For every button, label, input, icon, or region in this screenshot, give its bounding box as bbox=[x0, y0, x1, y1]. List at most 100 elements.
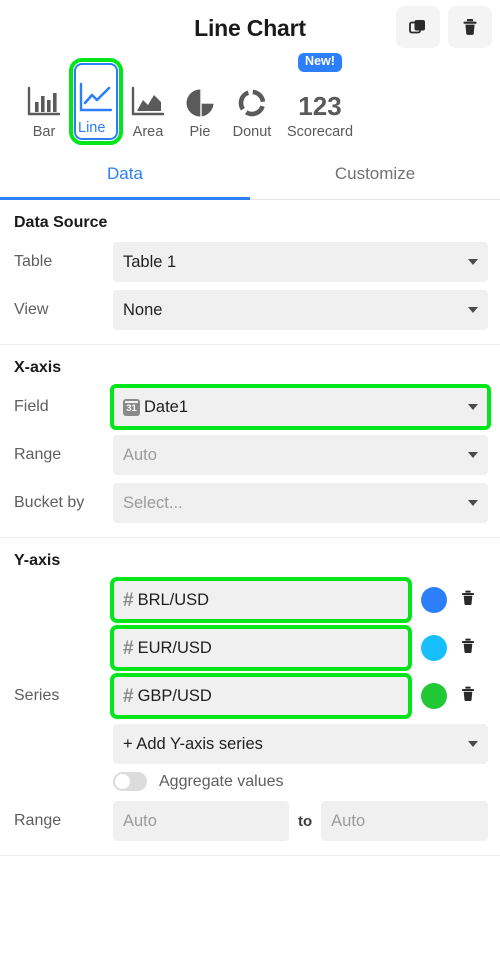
chevron-down-icon bbox=[468, 259, 478, 265]
number-icon: # bbox=[123, 589, 134, 611]
section-y-axis: Y-axis # BRL/USD # EUR/USD Series # GBP/… bbox=[0, 538, 500, 856]
new-badge: New! bbox=[298, 53, 342, 72]
series-label: Series bbox=[14, 687, 60, 704]
duplicate-icon bbox=[409, 18, 427, 36]
delete-chart-button[interactable] bbox=[448, 6, 492, 48]
series-value: EUR/USD bbox=[137, 638, 212, 657]
trash-icon bbox=[461, 590, 475, 611]
scorecard-glyph-text: 123 bbox=[298, 91, 342, 121]
table-value: Table 1 bbox=[123, 252, 177, 271]
row-y-range: Range Auto to Auto bbox=[0, 801, 494, 841]
add-y-axis-series-button[interactable]: + Add Y-axis series bbox=[113, 724, 488, 764]
chart-type-label: Donut bbox=[232, 124, 272, 140]
view-value: None bbox=[123, 300, 163, 319]
series-row: # BRL/USD bbox=[0, 577, 494, 623]
table-select[interactable]: Table 1 bbox=[113, 242, 488, 282]
series-select-1[interactable]: # BRL/USD bbox=[110, 577, 412, 623]
chart-type-label: Line bbox=[78, 120, 106, 136]
page-title: Line Chart bbox=[194, 14, 306, 41]
section-title: Data Source bbox=[14, 214, 108, 231]
tab-customize[interactable]: Customize bbox=[250, 148, 500, 199]
y-range-from-value: Auto bbox=[123, 811, 157, 830]
series-value: BRL/USD bbox=[137, 590, 210, 609]
y-range-to-label: to bbox=[298, 812, 313, 830]
chart-type-label: Scorecard bbox=[286, 124, 354, 140]
calendar-icon: 31 bbox=[123, 398, 140, 416]
chevron-down-icon bbox=[468, 307, 478, 313]
chart-type-area[interactable]: Area bbox=[122, 73, 174, 142]
x-field-select[interactable]: 31 Date1 bbox=[110, 384, 491, 430]
y-range-from-input[interactable]: Auto bbox=[113, 801, 289, 841]
series-value: GBP/USD bbox=[137, 686, 212, 705]
series-color-swatch-2[interactable] bbox=[421, 635, 447, 661]
chevron-down-icon bbox=[468, 404, 478, 410]
series-delete-button-2[interactable] bbox=[461, 638, 475, 659]
y-range-label: Range bbox=[14, 812, 62, 829]
x-range-value: Auto bbox=[123, 445, 157, 464]
series-select-3[interactable]: # GBP/USD bbox=[110, 673, 412, 719]
chart-type-line-selected-outline: Line bbox=[69, 58, 123, 145]
duplicate-button[interactable] bbox=[396, 6, 440, 48]
series-delete-button-3[interactable] bbox=[461, 686, 475, 707]
chart-type-donut[interactable]: Donut bbox=[226, 73, 278, 142]
series-row: # EUR/USD bbox=[0, 625, 494, 671]
x-bucket-by-select[interactable]: Select... bbox=[113, 483, 488, 523]
section-data-source: Data Source Table Table 1 View None bbox=[0, 200, 500, 345]
series-color-swatch-1[interactable] bbox=[421, 587, 447, 613]
x-field-value: Date1 bbox=[144, 397, 189, 416]
row-view: View None bbox=[0, 290, 494, 330]
row-x-bucket-by: Bucket by Select... bbox=[0, 483, 494, 523]
number-icon: # bbox=[123, 685, 134, 707]
section-title: X-axis bbox=[14, 359, 62, 376]
aggregate-values-label: Aggregate values bbox=[159, 772, 284, 790]
x-range-select[interactable]: Auto bbox=[113, 435, 488, 475]
header-actions bbox=[396, 6, 492, 48]
trash-icon bbox=[461, 686, 475, 707]
chart-type-scorecard[interactable]: New! 123 Scorecard bbox=[278, 53, 362, 142]
section-x-axis: X-axis Field 31 Date1 Range Auto Bucket … bbox=[0, 345, 500, 538]
panel-tabs: Data Customize bbox=[0, 148, 500, 200]
chart-type-label: Area bbox=[132, 124, 164, 140]
area-chart-icon bbox=[130, 73, 166, 119]
chevron-down-icon bbox=[468, 500, 478, 506]
tab-label: Data bbox=[107, 163, 143, 183]
y-range-to-input[interactable]: Auto bbox=[321, 801, 488, 841]
trash-icon bbox=[461, 638, 475, 659]
row-add-series: + Add Y-axis series bbox=[0, 724, 494, 764]
aggregate-values-toggle[interactable] bbox=[113, 772, 147, 791]
number-icon: # bbox=[123, 637, 134, 659]
pie-chart-icon bbox=[183, 73, 217, 119]
series-delete-button-1[interactable] bbox=[461, 590, 475, 611]
line-chart-config-panel: Line Chart Bar Line Area Pie Donut New! … bbox=[0, 0, 500, 962]
series-row: Series # GBP/USD bbox=[0, 673, 494, 719]
x-range-label: Range bbox=[14, 446, 62, 463]
donut-chart-icon bbox=[235, 73, 269, 119]
view-select[interactable]: None bbox=[113, 290, 488, 330]
series-select-2[interactable]: # EUR/USD bbox=[110, 625, 412, 671]
bar-chart-icon bbox=[26, 73, 62, 119]
row-aggregate-values: Aggregate values bbox=[113, 772, 494, 791]
row-table: Table Table 1 bbox=[0, 242, 494, 282]
chart-type-pie[interactable]: Pie bbox=[174, 73, 226, 142]
chart-type-bar[interactable]: Bar bbox=[18, 73, 70, 142]
toggle-knob bbox=[115, 774, 130, 789]
chart-type-line[interactable]: Line bbox=[69, 58, 123, 145]
x-bucket-by-label: Bucket by bbox=[14, 494, 85, 511]
row-x-range: Range Auto bbox=[0, 435, 494, 475]
chart-type-label: Bar bbox=[32, 124, 56, 140]
tab-label: Customize bbox=[334, 163, 416, 183]
add-series-label: + Add Y-axis series bbox=[123, 734, 263, 753]
line-chart-icon bbox=[78, 69, 114, 115]
chevron-down-icon bbox=[468, 452, 478, 458]
x-field-label: Field bbox=[14, 398, 49, 415]
chart-type-selector: Bar Line Area Pie Donut New! 123 Scoreca… bbox=[0, 53, 500, 148]
table-label: Table bbox=[14, 253, 53, 270]
chart-type-label: Pie bbox=[189, 124, 211, 140]
view-label: View bbox=[14, 301, 49, 318]
panel-header: Line Chart bbox=[0, 0, 500, 56]
y-range-to-value: Auto bbox=[331, 811, 366, 830]
scorecard-icon: New! 123 bbox=[298, 53, 342, 121]
section-title: Y-axis bbox=[14, 552, 61, 569]
series-color-swatch-3[interactable] bbox=[421, 683, 447, 709]
tab-data[interactable]: Data bbox=[0, 148, 250, 200]
